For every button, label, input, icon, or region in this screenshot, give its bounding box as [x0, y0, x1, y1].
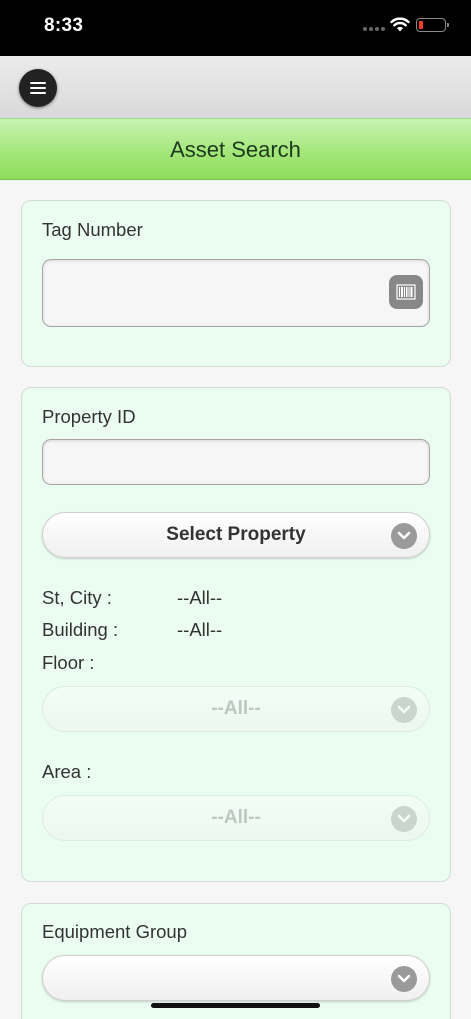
area-select-value: --All-- — [211, 807, 261, 828]
menu-icon — [30, 82, 46, 94]
equipment-group-label: Equipment Group — [42, 921, 188, 942]
status-time: 8:33 — [44, 15, 84, 36]
chevron-down-icon — [391, 523, 417, 549]
st-city-value: --All-- — [177, 587, 223, 608]
select-property-button[interactable]: Select Property — [42, 512, 430, 558]
floor-select-value: --All-- — [211, 698, 261, 719]
status-bar: 8:33 — [0, 0, 471, 56]
tag-number-input[interactable] — [42, 259, 430, 327]
property-card: Property ID Select Property St, City : -… — [21, 387, 451, 882]
tag-number-label: Tag Number — [42, 219, 143, 240]
chevron-down-icon — [391, 966, 417, 992]
equipment-group-select[interactable] — [42, 955, 430, 1001]
battery-icon — [416, 18, 449, 32]
chevron-down-icon — [391, 806, 417, 832]
top-nav-bar — [0, 56, 471, 118]
wifi-icon — [390, 17, 410, 32]
title-bar: Asset Search — [0, 118, 471, 180]
building-label: Building : — [42, 619, 119, 640]
floor-label: Floor : — [42, 652, 95, 673]
search-form: Tag Number Property ID Select Property S… — [0, 180, 471, 1019]
equipment-group-card: Equipment Group — [21, 903, 451, 1019]
select-property-label: Select Property — [166, 524, 306, 545]
property-id-label: Property ID — [42, 406, 136, 427]
tag-number-card: Tag Number — [21, 200, 451, 367]
cellular-signal-icon — [363, 27, 385, 31]
menu-button[interactable] — [19, 69, 57, 107]
building-value: --All-- — [177, 619, 223, 640]
barcode-icon — [396, 284, 416, 300]
page-title: Asset Search — [170, 137, 301, 162]
home-indicator — [151, 1003, 320, 1008]
property-id-input[interactable] — [42, 439, 430, 485]
area-label: Area : — [42, 761, 92, 782]
st-city-label: St, City : — [42, 587, 112, 608]
chevron-down-icon — [391, 697, 417, 723]
area-select[interactable]: --All-- — [42, 795, 430, 841]
barcode-scan-button[interactable] — [389, 275, 423, 309]
floor-select[interactable]: --All-- — [42, 686, 430, 732]
